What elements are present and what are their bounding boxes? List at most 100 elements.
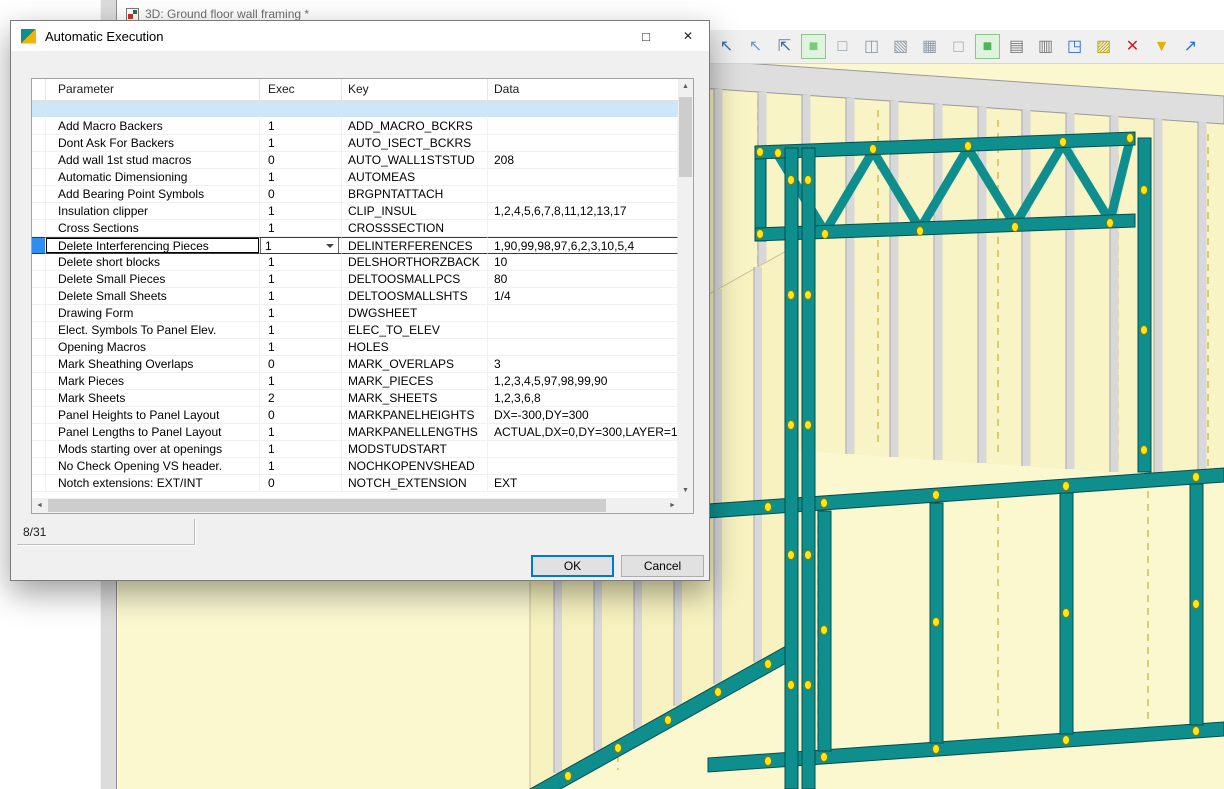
cell-data[interactable]: 1,2,4,5,6,7,8,11,12,13,17	[488, 203, 678, 220]
solid-view-icon[interactable]: ■	[975, 34, 1000, 59]
cell-exec[interactable]: 1 1	[260, 169, 342, 186]
header-exec[interactable]: Exec	[260, 79, 342, 100]
cell-exec[interactable]: 1 1	[260, 271, 342, 288]
cell-parameter[interactable]: Notch extensions: EXT/INT	[46, 475, 260, 492]
table-row[interactable]: Delete Small Pieces 1 1 DELTOOSMALLPCS 8…	[32, 271, 678, 288]
cell-key[interactable]: HOLES	[342, 339, 488, 356]
header-data[interactable]: Data	[488, 79, 693, 100]
cell-parameter[interactable]: Opening Macros	[46, 339, 260, 356]
horizontal-scroll-thumb[interactable]	[48, 499, 606, 512]
dialog-titlebar[interactable]: Automatic Execution □ ✕	[11, 21, 709, 51]
cell-key[interactable]: NOTCH_EXTENSION	[342, 475, 488, 492]
row-selector[interactable]	[32, 288, 46, 305]
cell-key[interactable]: DELINTERFERENCES	[342, 237, 488, 254]
cell-exec[interactable]: 1 1	[260, 118, 342, 135]
close-button[interactable]: ✕	[667, 21, 709, 51]
face-shading-icon[interactable]: ■	[801, 34, 826, 59]
cell-data[interactable]	[488, 305, 678, 322]
cell-exec[interactable]: 1 1	[260, 373, 342, 390]
table-row[interactable]: Mods starting over at openings 1 1 MODST…	[32, 441, 678, 458]
cell-exec[interactable]: 1 1	[260, 220, 342, 237]
cancel-button[interactable]: Cancel	[621, 555, 704, 577]
row-selector[interactable]	[32, 220, 46, 237]
print-icon[interactable]: ▨	[1091, 34, 1116, 59]
cell-data[interactable]	[488, 220, 678, 237]
table-row[interactable]: Notch extensions: EXT/INT 0 0 NOTCH_EXTE…	[32, 475, 678, 492]
row-selector[interactable]	[32, 135, 46, 152]
cell-parameter[interactable]: Delete Interferencing Pieces	[46, 237, 260, 254]
shaded-view-icon[interactable]: ▧	[888, 34, 913, 59]
cell-key[interactable]: MODSTUDSTART	[342, 441, 488, 458]
report-list-icon[interactable]: ▥	[1033, 34, 1058, 59]
table-row[interactable]: Automatic Dimensioning 1 1 AUTOMEAS	[32, 169, 678, 186]
row-selector[interactable]	[32, 475, 46, 492]
row-selector[interactable]	[32, 424, 46, 441]
cell-parameter[interactable]: Panel Lengths to Panel Layout	[46, 424, 260, 441]
table-row[interactable]: Elect. Symbols To Panel Elev. 1 1 ELEC_T…	[32, 322, 678, 339]
cell-exec[interactable]: 0 0	[260, 356, 342, 373]
table-row[interactable]: Mark Sheathing Overlaps 0 0 MARK_OVERLAP…	[32, 356, 678, 373]
table-row[interactable]: Opening Macros 1 1 HOLES	[32, 339, 678, 356]
view-tab[interactable]: 3D: Ground floor wall framing *	[126, 7, 309, 21]
table-row[interactable]: Panel Heights to Panel Layout 0 0 MARKPA…	[32, 407, 678, 424]
cell-key[interactable]: AUTOMEAS	[342, 169, 488, 186]
cell-key[interactable]: MARK_SHEETS	[342, 390, 488, 407]
cell-exec[interactable]: 1 1	[260, 254, 342, 271]
row-selector[interactable]	[32, 407, 46, 424]
table-row[interactable]: Delete Interferencing Pieces 1 1 DELINTE…	[32, 237, 678, 254]
row-selector[interactable]	[32, 237, 46, 254]
cell-parameter[interactable]: No Check Opening VS header.	[46, 458, 260, 475]
cell-key[interactable]: AUTO_WALL1STSTUD	[342, 152, 488, 169]
scroll-down-arrow-icon[interactable]: ▼	[678, 483, 693, 498]
cell-exec[interactable]: 0 0	[260, 407, 342, 424]
hidden-line-view-icon[interactable]: ◫	[859, 34, 884, 59]
table-row[interactable]: No Check Opening VS header. 1 1 NOCHKOPE…	[32, 458, 678, 475]
cell-key[interactable]: DELTOOSMALLPCS	[342, 271, 488, 288]
cell-key[interactable]: DWGSHEET	[342, 305, 488, 322]
table-row[interactable]: Add Macro Backers 1 1 ADD_MACRO_BCKRS	[32, 118, 678, 135]
cell-data[interactable]	[488, 458, 678, 475]
cell-exec[interactable]: 1 1	[260, 305, 342, 322]
cell-parameter[interactable]: Automatic Dimensioning	[46, 169, 260, 186]
row-selector[interactable]	[32, 152, 46, 169]
row-selector[interactable]	[32, 356, 46, 373]
row-selector[interactable]	[32, 458, 46, 475]
cell-exec[interactable]: 0 0	[260, 186, 342, 203]
cell-key[interactable]: NOCHKOPENVSHEAD	[342, 458, 488, 475]
cell-exec[interactable]: 1 1	[260, 339, 342, 356]
table-row[interactable]: Cross Sections 1 1 CROSSSECTION	[32, 220, 678, 237]
cell-key[interactable]: BRGPNTATTACH	[342, 186, 488, 203]
cell-data[interactable]	[488, 339, 678, 356]
cell-parameter[interactable]: Mark Sheets	[46, 390, 260, 407]
cell-parameter[interactable]: Add Bearing Point Symbols	[46, 186, 260, 203]
cell-data[interactable]	[488, 441, 678, 458]
table-row[interactable]: Mark Pieces 1 1 MARK_PIECES 1,2,3,4,5,97…	[32, 373, 678, 390]
cell-exec[interactable]: 1 1	[260, 322, 342, 339]
row-selector[interactable]	[32, 186, 46, 203]
cell-exec[interactable]: 1 1	[260, 441, 342, 458]
cell-data[interactable]	[488, 169, 678, 186]
shaded-edges-view-icon[interactable]: ▦	[917, 34, 942, 59]
grid-new-row[interactable]	[32, 101, 678, 118]
cell-key[interactable]: ELEC_TO_ELEV	[342, 322, 488, 339]
row-selector[interactable]	[32, 322, 46, 339]
scroll-left-arrow-icon[interactable]: ◄	[32, 498, 47, 513]
cell-data[interactable]	[488, 135, 678, 152]
cell-parameter[interactable]: Cross Sections	[46, 220, 260, 237]
cell-parameter[interactable]: Add Macro Backers	[46, 118, 260, 135]
cell-data[interactable]: 3	[488, 356, 678, 373]
table-row[interactable]: Drawing Form 1 1 DWGSHEET	[32, 305, 678, 322]
cell-parameter[interactable]: Delete short blocks	[46, 254, 260, 271]
cell-key[interactable]: MARK_OVERLAPS	[342, 356, 488, 373]
cell-parameter[interactable]: Delete Small Sheets	[46, 288, 260, 305]
cell-data[interactable]: 1/4	[488, 288, 678, 305]
table-row[interactable]: Dont Ask For Backers 1 1 AUTO_ISECT_BCKR…	[32, 135, 678, 152]
cell-key[interactable]: MARKPANELHEIGHTS	[342, 407, 488, 424]
table-row[interactable]: Add Bearing Point Symbols 0 0 BRGPNTATTA…	[32, 186, 678, 203]
table-row[interactable]: Delete short blocks 1 1 DELSHORTHORZBACK…	[32, 254, 678, 271]
cell-parameter[interactable]: Add wall 1st stud macros	[46, 152, 260, 169]
cell-data[interactable]: 1,90,99,98,97,6,2,3,10,5,4	[488, 237, 678, 254]
transparent-view-icon[interactable]: ◻	[946, 34, 971, 59]
cell-parameter[interactable]: Delete Small Pieces	[46, 271, 260, 288]
cell-data[interactable]	[488, 118, 678, 135]
